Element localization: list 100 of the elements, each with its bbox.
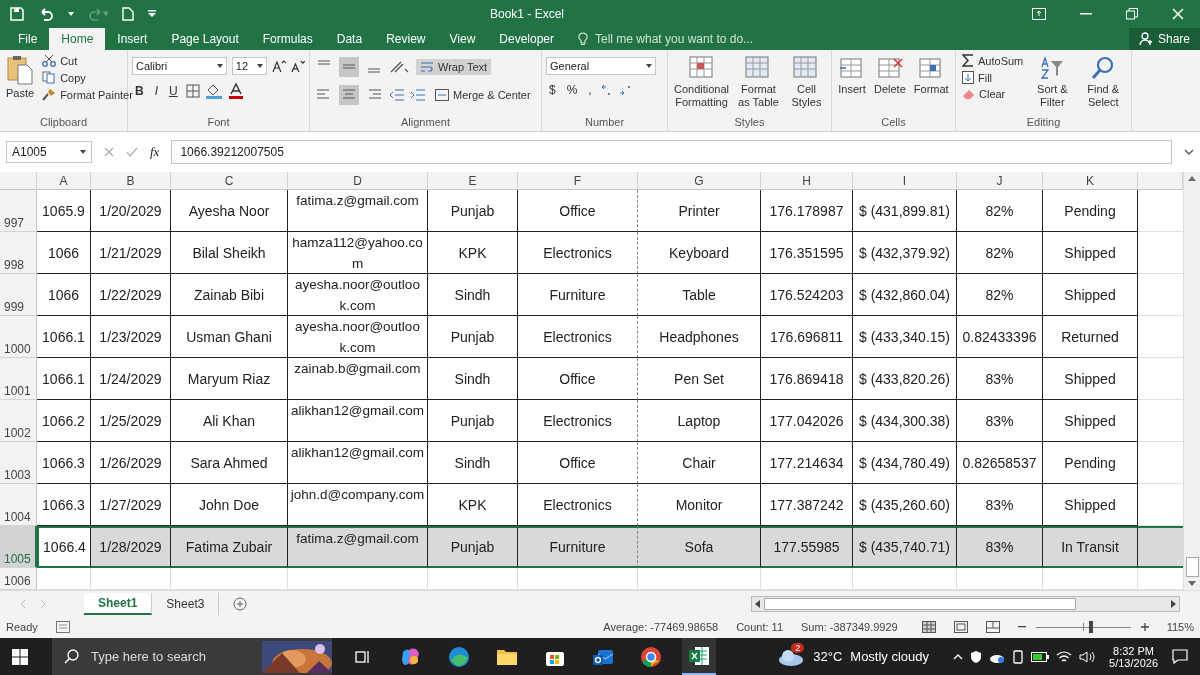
macro-record-icon[interactable] [55, 621, 70, 633]
wrap-text-button[interactable]: Wrap Text [416, 59, 492, 75]
column-header[interactable]: B [91, 172, 171, 190]
row-header[interactable]: 1005 [0, 526, 37, 568]
row-header[interactable]: 998 [0, 232, 37, 274]
scroll-down-icon[interactable] [1188, 581, 1196, 586]
font-name-field[interactable]: Calibri [132, 57, 227, 75]
column-header[interactable]: I [853, 172, 957, 190]
clock-date[interactable]: 5/13/2026 [1109, 656, 1158, 669]
spreadsheet-icon[interactable] [688, 645, 710, 666]
column-header[interactable]: G [638, 172, 761, 190]
sheet-tab[interactable]: Sheet3 [152, 592, 220, 615]
save-icon[interactable] [10, 7, 24, 21]
shield-icon[interactable] [970, 649, 983, 664]
search-field[interactable]: Type here to search [89, 648, 233, 665]
column-header[interactable]: C [171, 172, 288, 190]
cells-button[interactable]: Insert [836, 53, 868, 98]
formula-field[interactable]: 1066.39212007505 [171, 140, 1172, 164]
italic-button[interactable]: I [151, 84, 161, 98]
increase-indent-icon[interactable] [410, 88, 426, 102]
row-header[interactable]: 1004 [0, 484, 37, 526]
row-header[interactable]: 1001 [0, 358, 37, 400]
caret-icon[interactable] [68, 12, 74, 16]
orientation-icon[interactable] [389, 59, 411, 75]
speaker-icon[interactable] [1079, 650, 1096, 663]
normal-view-icon[interactable] [921, 621, 936, 633]
vertical-scrollbar[interactable] [1183, 172, 1200, 590]
bold-button[interactable]: B [132, 84, 147, 98]
ribbon-tab[interactable]: Home [49, 28, 106, 50]
find-select-button[interactable]: Find & Select [1079, 53, 1127, 111]
browser-circle-icon[interactable] [640, 645, 662, 668]
column-header[interactable]: E [428, 172, 518, 190]
scroll-thumb[interactable] [1185, 557, 1199, 577]
sort-filter-button[interactable]: Sort & Filter [1029, 53, 1076, 111]
grow-font-icon[interactable] [272, 59, 287, 73]
row-header[interactable]: 997 [0, 190, 37, 232]
fill-color-icon[interactable] [204, 83, 223, 99]
scroll-up-icon[interactable] [1188, 176, 1196, 181]
styles-button[interactable]: Format as Table [735, 53, 782, 111]
currency-button[interactable]: $ [546, 83, 559, 97]
comma-button[interactable]: , [585, 83, 595, 97]
merge-center-button[interactable]: Merge & Center [431, 87, 535, 103]
add-sheet-icon[interactable] [233, 596, 248, 611]
ribbon-tab[interactable]: Page Layout [159, 28, 251, 50]
ribbon-tab[interactable]: View [437, 28, 488, 50]
format-painter-button[interactable]: Format Painter [40, 87, 135, 102]
battery-icon[interactable] [1031, 651, 1050, 662]
clock-time[interactable]: 8:32 PM [1113, 644, 1154, 657]
device-icon[interactable] [1012, 649, 1025, 664]
row-header[interactable]: 1002 [0, 400, 37, 442]
cells-button[interactable]: Format [911, 53, 951, 98]
customize-icon[interactable] [148, 10, 156, 18]
close-icon[interactable] [1172, 8, 1184, 20]
row-header[interactable]: 999 [0, 274, 37, 316]
row-header[interactable]: 1000 [0, 316, 37, 358]
column-header[interactable]: K [1043, 172, 1138, 190]
column-header[interactable]: D [288, 172, 428, 190]
font-size-field[interactable]: 12 [231, 57, 268, 75]
scroll-thumb[interactable] [764, 597, 1077, 610]
insert-function-button[interactable]: fx [150, 144, 160, 160]
expand-icon[interactable] [1184, 149, 1194, 155]
page-break-icon[interactable] [985, 621, 1000, 633]
folder-icon[interactable] [496, 647, 518, 666]
ribbon-tab[interactable]: Developer [487, 28, 566, 50]
copy-button[interactable]: Copy [40, 70, 135, 85]
new-file-icon[interactable] [122, 7, 134, 21]
scroll-left-icon[interactable] [755, 599, 761, 608]
start-icon[interactable] [12, 648, 28, 665]
row-header[interactable]: 1006 [0, 568, 37, 590]
horizontal-scrollbar[interactable] [751, 595, 1180, 612]
ribbon-tab[interactable]: Formulas [250, 28, 325, 50]
chevron-up-icon[interactable] [953, 653, 964, 660]
name-box[interactable]: A1005 [6, 141, 92, 163]
decrease-indent-icon[interactable] [389, 88, 405, 102]
font-color-icon[interactable] [227, 83, 244, 99]
restore-icon[interactable] [1126, 8, 1138, 20]
cut-button[interactable]: Cut [40, 53, 135, 68]
borders-icon[interactable] [185, 84, 200, 98]
underline-button[interactable]: U [166, 84, 181, 98]
tell-me-field[interactable]: Tell me what you want to do... [593, 31, 897, 47]
clear-button[interactable]: Clear [960, 87, 1026, 101]
autosum-button[interactable]: AutoSum [960, 53, 1026, 68]
column-header[interactable]: H [761, 172, 853, 190]
ribbon-tab[interactable]: Insert [105, 28, 160, 50]
ribbon-tab[interactable]: File [6, 28, 50, 50]
number-format-field[interactable]: General [546, 57, 656, 75]
column-header[interactable]: J [957, 172, 1043, 190]
zoom-in-icon[interactable] [1140, 623, 1149, 631]
undo-icon[interactable] [38, 7, 54, 21]
ribbon-tab[interactable]: Data [324, 28, 375, 50]
cells-button[interactable]: Delete [872, 53, 908, 98]
styles-button[interactable]: Conditional Formatting [672, 53, 732, 111]
ribbon-display-icon[interactable] [1032, 8, 1046, 20]
share-button[interactable]: Share [1128, 28, 1200, 50]
shrink-font-icon[interactable] [291, 59, 305, 73]
zoom-level[interactable]: 115% [1166, 621, 1194, 633]
fill-button[interactable]: Fill [960, 70, 1026, 85]
percent-button[interactable]: % [563, 83, 581, 97]
sheet-tab[interactable]: Sheet1 [84, 592, 153, 615]
column-header[interactable]: F [518, 172, 638, 190]
